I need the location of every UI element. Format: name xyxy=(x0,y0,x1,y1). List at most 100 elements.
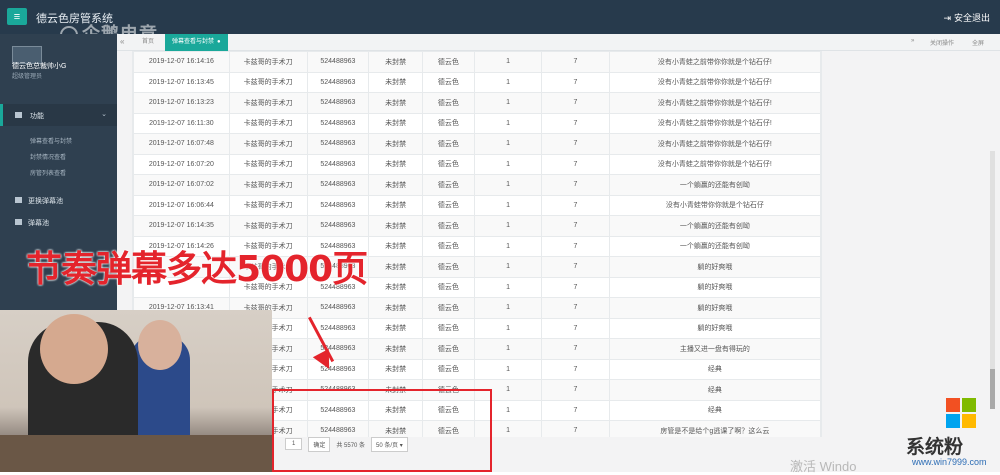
top-header: ≡ 德云色房管系统 企鹅电竞 ⇥安全退出 xyxy=(0,0,1000,45)
room-cell: 德云色 xyxy=(422,174,475,196)
ban-status-cell: 未封禁 xyxy=(368,71,424,93)
uid-cell: 524488963 xyxy=(306,153,370,175)
message-cell: 经典 xyxy=(608,358,821,380)
user-name: 德云色总裁帅小G xyxy=(12,63,67,70)
user-cell: 卡兹哥的手术刀 xyxy=(228,215,308,237)
level-cell: 1 xyxy=(473,92,543,114)
count-cell: 7 xyxy=(541,235,610,257)
level-cell: 1 xyxy=(473,153,543,175)
tab-danmu[interactable]: 弹幕查看与封禁 ● xyxy=(165,34,228,51)
room-cell: 德云色 xyxy=(422,256,475,278)
level-cell: 1 xyxy=(473,194,543,216)
user-cell: 卡兹哥的手术刀 xyxy=(228,92,308,114)
table-row[interactable]: 2019-12-07 16:11:30 卡兹哥的手术刀 524488963 未封禁 德云… xyxy=(133,112,821,134)
hamburger-icon[interactable]: ≡ xyxy=(7,8,27,25)
sidebar-subitem-ban-status[interactable]: 封禁情况查看 xyxy=(30,152,66,161)
logo-tile xyxy=(946,414,960,428)
time-cell: 2019-12-07 16:07:48 xyxy=(133,133,230,155)
count-cell: 7 xyxy=(541,71,610,93)
time-cell: 2019-12-07 16:07:02 xyxy=(133,174,230,196)
count-cell: 7 xyxy=(541,420,610,437)
user-role: 超级管理员 xyxy=(12,74,43,80)
table-row[interactable]: 2019-12-07 16:07:20 卡兹哥的手术刀 524488963 未封禁 德云… xyxy=(133,153,821,175)
site-brand: 系统粉 xyxy=(906,437,964,458)
tab-back-button[interactable]: « xyxy=(120,37,124,46)
ban-status-cell: 未封禁 xyxy=(368,174,424,196)
room-cell: 德云色 xyxy=(422,112,475,134)
message-cell: 主播又进一盘有得玩的 xyxy=(608,338,821,360)
level-cell: 1 xyxy=(473,174,543,196)
chevron-down-icon[interactable]: ⌄ xyxy=(101,110,107,118)
table-row[interactable]: 2019-12-07 16:07:02 卡兹哥的手术刀 524488963 未封禁 德云… xyxy=(133,174,821,196)
sidebar-subitem-danmu[interactable]: 弹幕查看与封禁 xyxy=(30,136,72,145)
ban-status-cell: 未封禁 xyxy=(368,133,424,155)
scrollbar-thumb[interactable] xyxy=(990,369,995,409)
face-right xyxy=(138,320,182,370)
level-cell: 1 xyxy=(473,51,543,73)
message-cell: 躺的好爽哦 xyxy=(608,256,821,278)
sidebar-subitem-admin-list[interactable]: 房管列表查看 xyxy=(30,168,66,177)
count-cell: 7 xyxy=(541,92,610,114)
table-row[interactable]: 2019-12-07 16:14:35 卡兹哥的手术刀 524488963 未封禁 德云… xyxy=(133,215,821,237)
ban-status-cell: 未封禁 xyxy=(368,112,424,134)
room-cell: 德云色 xyxy=(422,51,475,73)
count-cell: 7 xyxy=(541,358,610,380)
count-cell: 7 xyxy=(541,112,610,134)
level-cell: 1 xyxy=(473,215,543,237)
table-row[interactable]: 2019-12-07 16:07:48 卡兹哥的手术刀 524488963 未封禁 德云… xyxy=(133,133,821,155)
sidebar-item-pool[interactable]: 弹幕池 xyxy=(28,218,49,228)
ban-status-cell: 未封禁 xyxy=(368,194,424,216)
desk xyxy=(0,435,272,472)
user-cell: 卡兹哥的手术刀 xyxy=(228,153,308,175)
level-cell: 1 xyxy=(473,133,543,155)
highlight-box xyxy=(272,389,492,472)
uid-cell: 524488963 xyxy=(306,51,370,73)
count-cell: 7 xyxy=(541,379,610,401)
scrollbar-track[interactable] xyxy=(990,151,995,401)
count-cell: 7 xyxy=(541,153,610,175)
message-cell: 经典 xyxy=(608,379,821,401)
user-cell: 卡兹哥的手术刀 xyxy=(228,133,308,155)
time-cell: 2019-12-07 16:06:44 xyxy=(133,194,230,216)
windows-logo-icon xyxy=(946,398,976,428)
uid-cell: 524488963 xyxy=(306,71,370,93)
tab-forward-button[interactable]: » xyxy=(911,38,914,44)
message-cell: 一个躺赢的还能有创呦 xyxy=(608,235,821,257)
message-cell: 房管是不是给个g逃课了啊？这么云 xyxy=(608,420,821,437)
message-cell: 一个躺赢的还能有创呦 xyxy=(608,174,821,196)
logout-button[interactable]: ⇥ 安全退出 xyxy=(943,11,990,24)
uid-cell: 524488963 xyxy=(306,92,370,114)
count-cell: 7 xyxy=(541,276,610,298)
level-cell: 1 xyxy=(473,297,543,319)
time-cell: 2019-12-07 16:14:35 xyxy=(133,215,230,237)
table-row[interactable]: 2019-12-07 16:13:45 卡兹哥的手术刀 524488963 未封禁 德云… xyxy=(133,71,821,93)
message-cell: 没有小青蛙带你你就是个钻石仔 xyxy=(608,194,821,216)
level-cell: 1 xyxy=(473,112,543,134)
count-cell: 7 xyxy=(541,317,610,339)
envelope-icon xyxy=(15,219,22,225)
room-cell: 德云色 xyxy=(422,235,475,257)
close-ops-button[interactable]: 关闭操作 xyxy=(930,38,954,47)
time-cell: 2019-12-07 16:14:16 xyxy=(133,51,230,73)
ban-status-cell: 未封禁 xyxy=(368,276,424,298)
room-cell: 德云色 xyxy=(422,71,475,93)
tab-danmu-label: 弹幕查看与封禁 xyxy=(172,39,215,45)
table-row[interactable]: 2019-12-07 16:06:44 卡兹哥的手术刀 524488963 未封禁 德云… xyxy=(133,194,821,216)
tab-home[interactable]: 首页 xyxy=(135,34,161,51)
fullscreen-button[interactable]: 全屏 xyxy=(972,38,984,47)
count-cell: 7 xyxy=(541,194,610,216)
close-icon[interactable]: ● xyxy=(217,39,221,45)
room-cell: 德云色 xyxy=(422,338,475,360)
level-cell: 1 xyxy=(473,256,543,278)
time-cell: 2019-12-07 16:11:30 xyxy=(133,112,230,134)
user-cell: 卡兹哥的手术刀 xyxy=(228,194,308,216)
ban-status-cell: 未封禁 xyxy=(368,256,424,278)
count-cell: 7 xyxy=(541,51,610,73)
room-cell: 德云色 xyxy=(422,92,475,114)
logout-label: 安全退出 xyxy=(953,13,990,23)
sidebar-item-change-pool[interactable]: 更换弹幕池 xyxy=(28,196,63,206)
level-cell: 1 xyxy=(473,317,543,339)
table-row[interactable]: 2019-12-07 16:13:23 卡兹哥的手术刀 524488963 未封禁 德云… xyxy=(133,92,821,114)
table-row[interactable]: 2019-12-07 16:14:16 卡兹哥的手术刀 524488963 未封禁 德云… xyxy=(133,51,821,73)
ban-status-cell: 未封禁 xyxy=(368,235,424,257)
